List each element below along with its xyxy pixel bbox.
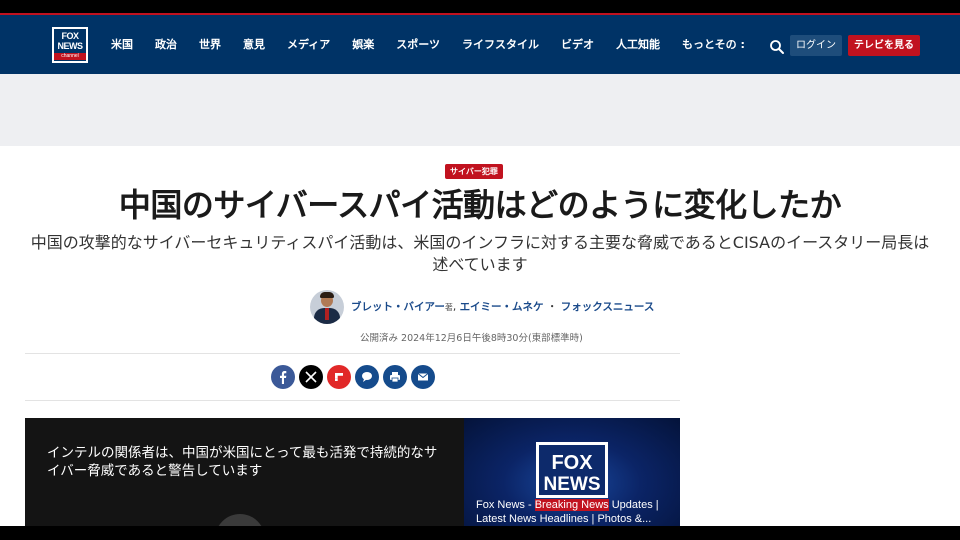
nav-item-world[interactable]: 世界 <box>199 37 221 53</box>
nav-item-video[interactable]: ビデオ <box>561 37 594 53</box>
share-bar <box>271 365 435 389</box>
byline: ブレット・バイアー著, エイミー・ムネケ ・ フォックスニュース <box>310 290 710 324</box>
fox-news-logo: FOX NEWS <box>536 442 608 498</box>
main-nav: 米国 政治 世界 意見 メディア 娯楽 スポーツ ライフスタイル ビデオ 人工知… <box>111 37 745 53</box>
watch-tv-button[interactable]: テレビを見る <box>848 35 920 56</box>
play-button[interactable] <box>215 514 265 526</box>
author-separator: , <box>452 301 457 313</box>
ad-banner <box>0 74 960 146</box>
category-tag[interactable]: サイバー犯罪 <box>445 164 503 179</box>
login-button[interactable]: ログイン <box>790 35 842 56</box>
site-header: FOX NEWS channel 米国 政治 世界 意見 メディア 娯楽 スポー… <box>0 15 960 74</box>
author-role: 著 <box>444 303 453 312</box>
search-icon[interactable] <box>769 39 785 55</box>
article-headline: 中国のサイバースパイ活動はどのように変化したか <box>118 186 842 224</box>
x-icon[interactable] <box>299 365 323 389</box>
nav-item-lifestyle[interactable]: ライフスタイル <box>462 37 539 53</box>
video-thumbnail[interactable]: FOX NEWS Fox News - Breaking News Update… <box>464 418 680 526</box>
article-subheadline: 中国の攻撃的なサイバーセキュリティスパイ活動は、米国のインフラに対する主要な脅威… <box>30 233 930 274</box>
thumb-title-highlight: Breaking News <box>534 499 609 511</box>
nav-item-more[interactable]: もっとその : <box>682 37 745 53</box>
nav-item-ai[interactable]: 人工知能 <box>616 37 660 53</box>
thumb-title-part-1: Fox News - <box>476 499 535 511</box>
nav-item-us[interactable]: 米国 <box>111 37 133 53</box>
thumb-logo-news: NEWS <box>544 474 601 495</box>
author-link-2[interactable]: エイミー・ムネケ <box>460 301 544 313</box>
nav-item-entertainment[interactable]: 娯楽 <box>352 37 374 53</box>
author-list: ブレット・バイアー著, エイミー・ムネケ ・ フォックスニュース <box>351 299 654 314</box>
divider <box>25 400 680 401</box>
page: FOX NEWS channel 米国 政治 世界 意見 メディア 娯楽 スポー… <box>0 0 960 526</box>
fox-news-logo[interactable]: FOX NEWS channel <box>52 27 88 63</box>
comment-icon[interactable] <box>355 365 379 389</box>
divider <box>25 353 680 354</box>
author-avatar[interactable] <box>310 290 344 324</box>
video-caption: インテルの関係者は、中国が米国にとって最も活発で持続的なサイバー脅威であると警告… <box>47 445 438 479</box>
print-icon[interactable] <box>383 365 407 389</box>
nav-item-politics[interactable]: 政治 <box>155 37 177 53</box>
nav-item-opinion[interactable]: 意見 <box>243 37 265 53</box>
logo-text-news: NEWS <box>57 41 84 51</box>
publish-date: 公開済み 2024年12月6日午後8時30分(東部標準時) <box>360 333 583 344</box>
logo-text-channel: channel <box>54 53 86 60</box>
author-link-3[interactable]: フォックスニュース <box>561 301 655 313</box>
thumb-logo-fox: FOX <box>551 452 593 474</box>
top-border <box>0 0 960 15</box>
video-thumb-title: Fox News - Breaking News Updates | Lates… <box>476 498 676 526</box>
email-icon[interactable] <box>411 365 435 389</box>
avatar-tie <box>325 308 329 320</box>
author-link-1[interactable]: ブレット・バイアー <box>351 301 445 313</box>
flipboard-icon[interactable] <box>327 365 351 389</box>
nav-item-media[interactable]: メディア <box>287 37 330 53</box>
facebook-icon[interactable] <box>271 365 295 389</box>
logo-text-fox: FOX <box>61 31 79 41</box>
avatar-hair <box>320 292 334 298</box>
author-separator: ・ <box>546 301 558 313</box>
video-player[interactable]: インテルの関係者は、中国が米国にとって最も活発で持続的なサイバー脅威であると警告… <box>25 418 680 526</box>
nav-item-sports[interactable]: スポーツ <box>396 37 440 53</box>
